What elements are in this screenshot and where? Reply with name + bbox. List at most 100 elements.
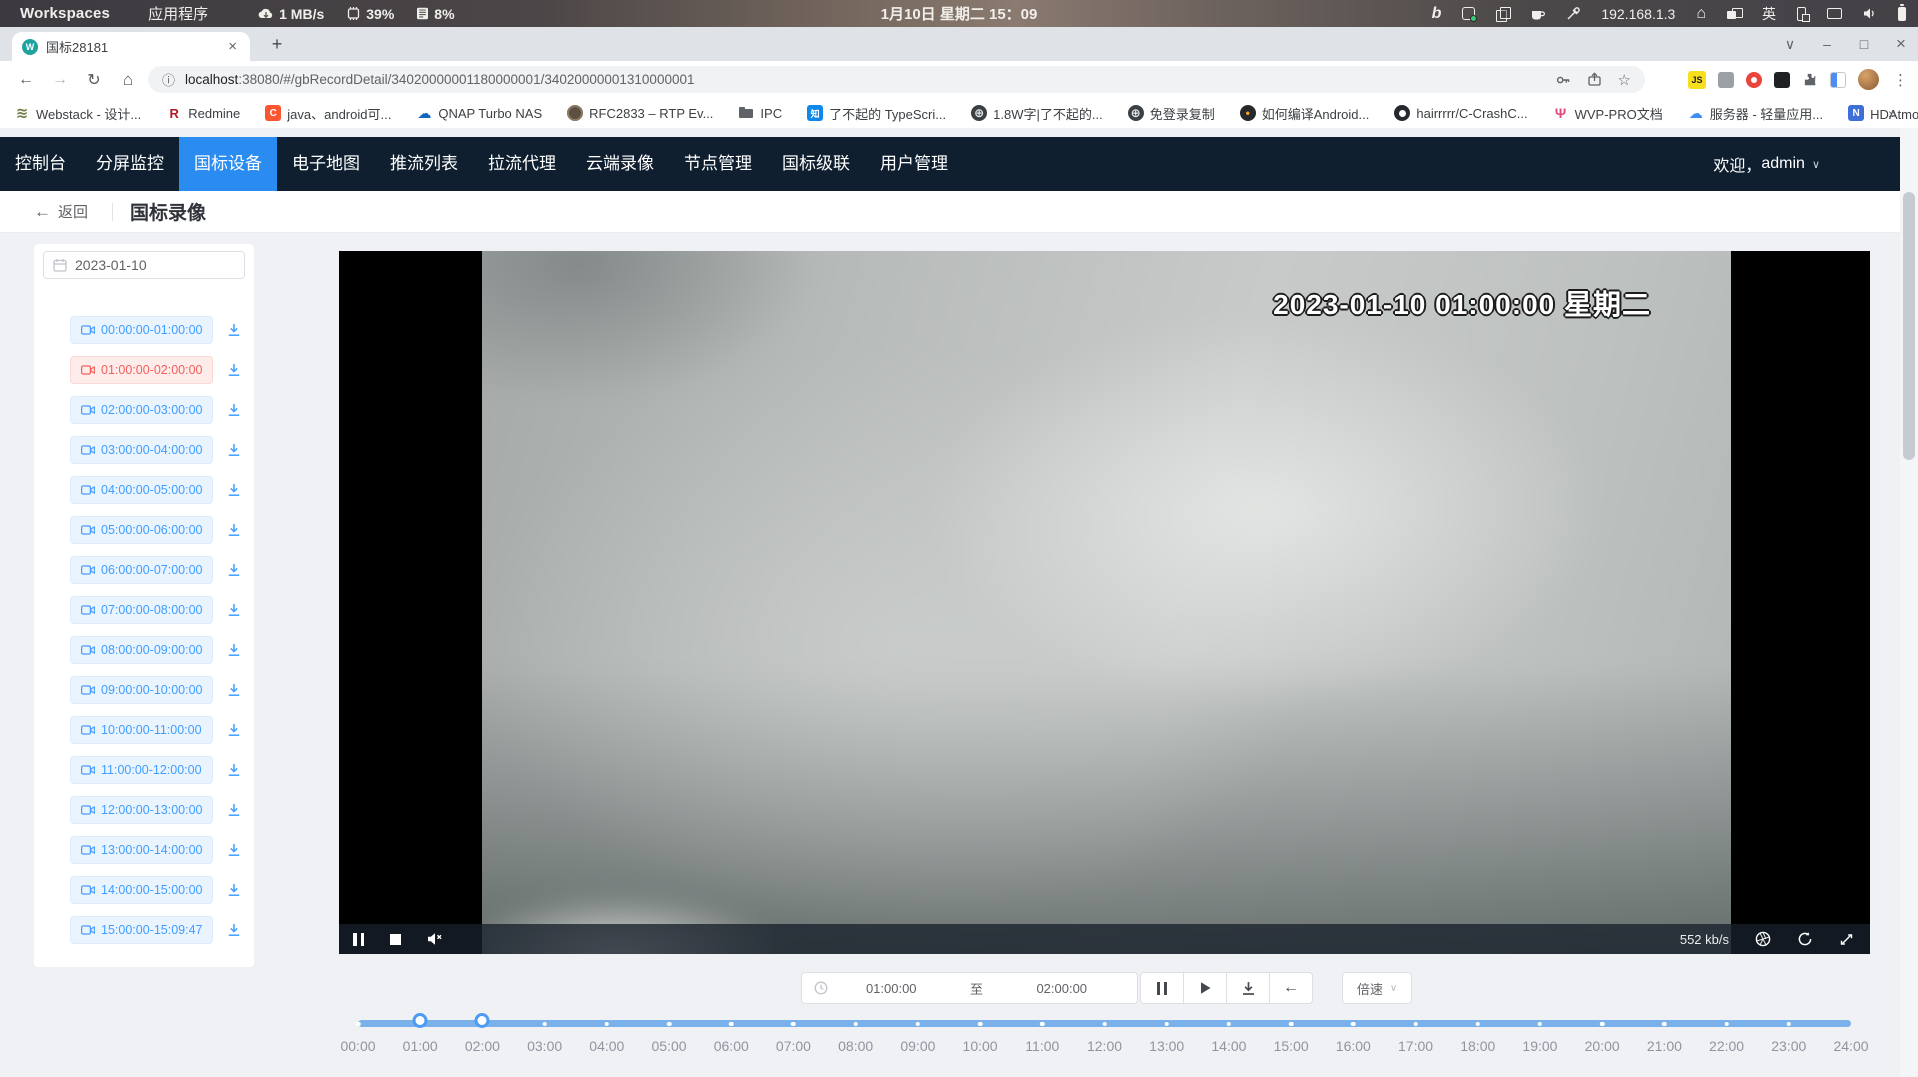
segment-download-button[interactable] — [226, 602, 242, 618]
segment-button[interactable]: 15:00:00-15:09:47 — [70, 916, 213, 944]
segment-download-button[interactable] — [226, 922, 242, 938]
timeline-track[interactable] — [358, 1020, 1851, 1027]
segment-button[interactable]: 02:00:00-03:00:00 — [70, 396, 213, 424]
segment-button[interactable]: 13:00:00-14:00:00 — [70, 836, 213, 864]
bookmark-item[interactable]: hairrrrr/C-CrashC... — [1394, 105, 1527, 121]
fullscreen-icon[interactable] — [1839, 932, 1854, 947]
bookmark-item[interactable]: java、android可... — [265, 104, 391, 123]
extension-sidepanel-icon[interactable] — [1830, 72, 1846, 88]
segment-download-button[interactable] — [226, 882, 242, 898]
tab-close-icon[interactable]: × — [225, 38, 240, 55]
extension-gray-icon[interactable] — [1718, 72, 1734, 88]
playback-speed-button[interactable]: 倍速 ∨ — [1342, 972, 1412, 1004]
segment-button[interactable]: 14:00:00-15:00:00 — [70, 876, 213, 904]
segment-button[interactable]: 12:00:00-13:00:00 — [70, 796, 213, 824]
extension-js-icon[interactable]: JS — [1688, 71, 1706, 89]
forward-button[interactable]: → — [46, 61, 74, 98]
clock-menu[interactable]: 1月10日 星期二 15：09 — [881, 3, 1038, 24]
color-picker-icon[interactable] — [1566, 7, 1580, 21]
download-button[interactable] — [1226, 972, 1270, 1004]
ip-address-indicator[interactable]: 192.168.1.3 — [1601, 6, 1675, 22]
nav-tab[interactable]: 节点管理 — [669, 137, 767, 191]
mute-icon[interactable] — [427, 932, 444, 946]
segment-download-button[interactable] — [226, 682, 242, 698]
back-link[interactable]: 返回 — [58, 201, 88, 222]
clipboard-icon[interactable] — [1496, 7, 1509, 20]
segment-button[interactable]: 11:00:00-12:00:00 — [70, 756, 213, 784]
video-surface[interactable]: 2023-01-10 01:00:00 星期二 — [482, 251, 1731, 954]
refresh-icon[interactable] — [1797, 931, 1813, 947]
bookmark-star-icon[interactable]: ☆ — [1618, 71, 1631, 89]
nav-tab[interactable]: 国标级联 — [767, 137, 865, 191]
bookmark-item[interactable]: 1.8W字|了不起的... — [971, 104, 1103, 123]
window-switcher-icon[interactable] — [1727, 8, 1741, 20]
bookmark-item[interactable]: RFC2833 – RTP Ev... — [567, 105, 713, 121]
timeline-handle[interactable] — [413, 1013, 428, 1028]
segment-button[interactable]: 07:00:00-08:00:00 — [70, 596, 213, 624]
segment-button[interactable]: 08:00:00-09:00:00 — [70, 636, 213, 664]
segment-download-button[interactable] — [226, 842, 242, 858]
nav-user-menu[interactable]: 欢迎，admin ∨ — [1713, 137, 1820, 191]
extensions-puzzle-icon[interactable] — [1802, 72, 1818, 88]
segment-button[interactable]: 00:00:00-01:00:00 — [70, 316, 213, 344]
segment-download-button[interactable] — [226, 802, 242, 818]
bookmark-item[interactable]: 免登录复制 — [1128, 104, 1215, 123]
snapshot-shutter-icon[interactable] — [1755, 931, 1771, 947]
extension-black-icon[interactable] — [1774, 72, 1790, 88]
bookmark-item[interactable]: WVP-PRO文档 — [1553, 104, 1663, 123]
segment-download-button[interactable] — [226, 762, 242, 778]
nav-tab[interactable]: 用户管理 — [865, 137, 963, 191]
segment-button[interactable]: 06:00:00-07:00:00 — [70, 556, 213, 584]
browser-menu-icon[interactable]: ⋮ — [1891, 71, 1910, 89]
bookmark-item[interactable]: HDAtmos :: 种子 *... — [1848, 104, 1918, 123]
back-button[interactable]: ← — [12, 61, 40, 98]
bookmark-item[interactable]: 如何编译Android... — [1240, 104, 1370, 123]
segment-download-button[interactable] — [226, 482, 242, 498]
timeline-handle[interactable] — [475, 1013, 490, 1028]
nav-tab[interactable]: 拉流代理 — [473, 137, 571, 191]
reload-button[interactable]: ↻ — [80, 61, 108, 98]
segment-button[interactable]: 09:00:00-10:00:00 — [70, 676, 213, 704]
memory-usage-indicator[interactable]: 8% — [416, 6, 454, 22]
segment-download-button[interactable] — [226, 442, 242, 458]
address-bar[interactable]: ⓘ localhost:38080/#/gbRecordDetail/34020… — [148, 66, 1645, 93]
date-picker-input[interactable]: 2023-01-10 — [43, 251, 245, 279]
new-tab-button[interactable]: + — [264, 31, 290, 57]
nav-tab[interactable]: 控制台 — [0, 137, 81, 191]
display-icon[interactable] — [1827, 8, 1842, 19]
site-info-icon[interactable]: ⓘ — [162, 70, 175, 89]
play-button[interactable] — [1183, 972, 1227, 1004]
window-minimize-icon[interactable]: – — [1820, 36, 1834, 52]
nav-tab[interactable]: 分屏监控 — [81, 137, 179, 191]
extension-red-icon[interactable] — [1746, 72, 1762, 88]
segment-download-button[interactable] — [226, 642, 242, 658]
battery-icon[interactable] — [1898, 7, 1906, 21]
bookmark-item[interactable]: 了不起的 TypeScri... — [807, 104, 946, 123]
segment-button[interactable]: 04:00:00-05:00:00 — [70, 476, 213, 504]
segment-download-button[interactable] — [226, 362, 242, 378]
nav-tab[interactable]: 国标设备 — [179, 137, 277, 191]
tray-app-icon[interactable] — [1462, 7, 1475, 20]
window-close-icon[interactable]: × — [1894, 34, 1908, 54]
bookmark-item[interactable]: Redmine — [166, 105, 240, 121]
bookmarks-overflow-chevron[interactable]: » — [1888, 98, 1904, 128]
browser-tab[interactable]: W 国标28181 × — [12, 32, 250, 61]
workspaces-menu[interactable]: Workspaces — [20, 5, 110, 22]
profile-avatar[interactable] — [1858, 69, 1879, 90]
segment-download-button[interactable] — [226, 562, 242, 578]
segment-download-button[interactable] — [226, 402, 242, 418]
bookmark-item[interactable]: 服务器 - 轻量应用... — [1688, 104, 1823, 123]
cpu-usage-indicator[interactable]: 39% — [346, 6, 394, 22]
nav-tab[interactable]: 推流列表 — [375, 137, 473, 191]
tray-app-b-icon[interactable]: b — [1432, 5, 1442, 23]
page-scrollbar[interactable] — [1900, 128, 1918, 1077]
bookmark-item[interactable]: Webstack - 设计... — [14, 104, 141, 123]
password-key-icon[interactable] — [1555, 72, 1571, 88]
scrollbar-thumb[interactable] — [1903, 192, 1915, 460]
home-icon[interactable]: ⌂ — [1696, 5, 1706, 23]
segment-button[interactable]: 03:00:00-04:00:00 — [70, 436, 213, 464]
nav-tab[interactable]: 电子地图 — [277, 137, 375, 191]
coffee-cup-icon[interactable] — [1530, 7, 1545, 21]
volume-icon[interactable] — [1863, 7, 1877, 20]
network-speed-indicator[interactable]: 1 MB/s — [258, 6, 324, 22]
